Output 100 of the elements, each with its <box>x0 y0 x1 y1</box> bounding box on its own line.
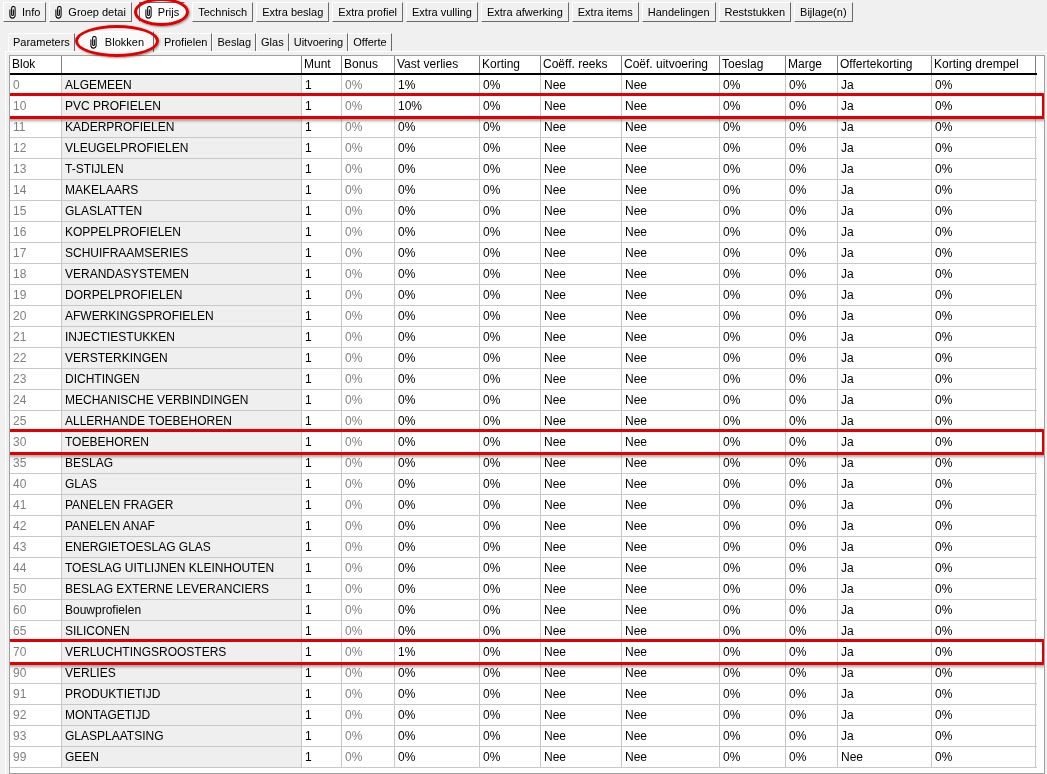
table-cell: 0% <box>342 348 395 368</box>
table-cell: Nee <box>541 579 622 599</box>
table-cell: Nee <box>541 201 622 221</box>
table-cell: Nee <box>541 369 622 389</box>
table-cell: TOEBEHOREN <box>62 432 302 452</box>
toolbar-button[interactable]: Handelingen <box>641 2 716 22</box>
table-cell: 1 <box>302 243 342 263</box>
table-cell: 0% <box>480 348 541 368</box>
toolbar-button[interactable]: Bijlage(n) <box>794 2 853 22</box>
toolbar-button[interactable]: Extra vulling <box>406 2 478 22</box>
toolbar-button[interactable]: Technisch <box>192 2 254 22</box>
table-cell: 0% <box>786 411 838 431</box>
table-cell: 0% <box>786 600 838 620</box>
column-header: Toeslag <box>720 56 786 73</box>
table-cell: 0% <box>720 285 786 305</box>
table-cell: Ja <box>838 642 932 662</box>
tab[interactable]: Parameters <box>8 33 75 51</box>
table-cell: 0% <box>720 453 786 473</box>
table-cell: Nee <box>541 537 622 557</box>
table-cell: 0% <box>342 621 395 641</box>
table-cell: 0% <box>480 432 541 452</box>
table-cell: 0% <box>480 327 541 347</box>
table-cell: Nee <box>541 726 622 746</box>
tab[interactable]: Profielen <box>159 33 213 51</box>
table-cell: 0% <box>342 117 395 137</box>
table-cell: 0% <box>342 180 395 200</box>
table-cell: 0% <box>786 558 838 578</box>
table-cell: Nee <box>541 705 622 725</box>
table-cell: 0% <box>342 705 395 725</box>
table-cell: 1 <box>302 684 342 704</box>
table-cell: Nee <box>622 432 720 452</box>
table-cell: 0% <box>932 558 1036 578</box>
table-cell: 0% <box>932 474 1036 494</box>
table-cell: 0% <box>786 390 838 410</box>
tab[interactable]: Offerte <box>348 33 392 51</box>
table-cell: 0% <box>786 222 838 242</box>
table-cell: 0% <box>932 138 1036 158</box>
table-cell: Ja <box>838 96 932 116</box>
table-cell: 0% <box>395 558 480 578</box>
table-cell: INJECTIESTUKKEN <box>62 327 302 347</box>
table-cell: 0% <box>395 600 480 620</box>
table-cell: Nee <box>541 285 622 305</box>
table-cell: 1 <box>302 642 342 662</box>
tab[interactable]: Glas <box>256 33 289 51</box>
table-cell: 1 <box>302 306 342 326</box>
table-cell: Nee <box>622 138 720 158</box>
column-header: Munt <box>302 56 342 73</box>
table-cell: Ja <box>838 117 932 137</box>
table-cell: 0% <box>932 117 1036 137</box>
table-cell: Nee <box>622 75 720 95</box>
table-cell: 0% <box>342 642 395 662</box>
tab[interactable]: Beslag <box>212 33 257 51</box>
table-cell: 0% <box>480 159 541 179</box>
column-header: Blok <box>10 56 62 73</box>
table-cell: 0% <box>932 684 1036 704</box>
table-cell: TOESLAG UITLIJNEN KLEINHOUTEN <box>62 558 302 578</box>
table-cell: 0% <box>786 369 838 389</box>
table-cell: 0% <box>932 516 1036 536</box>
table-cell: Nee <box>541 390 622 410</box>
toolbar-button[interactable]: Prijs <box>138 2 186 22</box>
column-header: Korting <box>480 56 541 73</box>
toolbar-button[interactable]: Reststukken <box>718 2 792 22</box>
table-cell: Ja <box>838 621 932 641</box>
table-cell: Nee <box>541 222 622 242</box>
table-cell: Nee <box>541 264 622 284</box>
table-cell: 0% <box>342 285 395 305</box>
table-cell: 0% <box>395 306 480 326</box>
table-cell: Ja <box>838 264 932 284</box>
table-cell: 0% <box>395 117 480 137</box>
toolbar-button[interactable]: Extra beslag <box>256 2 330 22</box>
table-cell: 0% <box>720 201 786 221</box>
toolbar-button[interactable]: Groep detai <box>49 2 132 22</box>
table-cell: 0% <box>786 117 838 137</box>
table-cell: 1 <box>302 285 342 305</box>
table-cell: 0% <box>480 495 541 515</box>
toolbar-button[interactable]: Extra items <box>571 2 639 22</box>
table-cell: 0% <box>932 579 1036 599</box>
tab[interactable]: Uitvoering <box>288 33 349 51</box>
table-cell: 0% <box>786 663 838 683</box>
table-cell: 0% <box>480 117 541 137</box>
table-cell: 0% <box>932 285 1036 305</box>
toolbar-button[interactable]: Extra afwerking <box>480 2 569 22</box>
table-cell: 0% <box>395 537 480 557</box>
table-cell: 0% <box>720 747 786 767</box>
table-cell: 0% <box>395 474 480 494</box>
table-cell: Nee <box>622 411 720 431</box>
tab[interactable]: Blokken <box>79 31 154 52</box>
table-cell: Nee <box>622 348 720 368</box>
table-cell: 0% <box>932 264 1036 284</box>
toolbar-button[interactable]: Extra profiel <box>332 2 403 22</box>
table-cell: 0% <box>342 411 395 431</box>
table-cell: 0% <box>720 495 786 515</box>
table-cell: Nee <box>622 222 720 242</box>
table-cell: 0% <box>720 705 786 725</box>
table-cell: 0% <box>395 390 480 410</box>
table-cell: 0% <box>395 180 480 200</box>
table-cell: KADERPROFIELEN <box>62 117 302 137</box>
table-cell: 0% <box>932 306 1036 326</box>
table-cell: Ja <box>838 285 932 305</box>
toolbar-button[interactable]: Info <box>3 2 47 22</box>
